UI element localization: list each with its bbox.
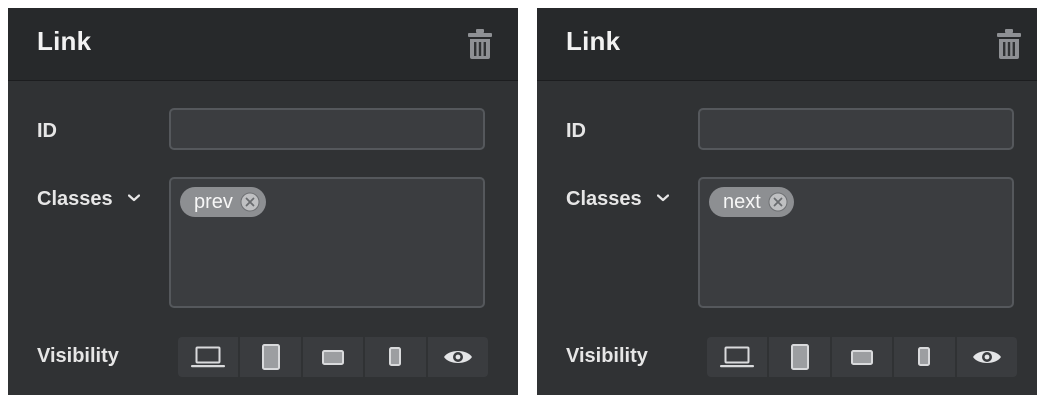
visibility-phone-button[interactable] bbox=[894, 337, 955, 377]
class-tag-label: prev bbox=[194, 191, 233, 213]
tablet-portrait-icon bbox=[261, 344, 280, 370]
id-label: ID bbox=[566, 120, 586, 142]
visibility-tablet-landscape-button[interactable] bbox=[302, 337, 364, 377]
classes-dropdown-toggle[interactable]: Classes bbox=[566, 185, 670, 211]
classes-dropdown-toggle[interactable]: Classes bbox=[37, 185, 141, 211]
laptop-icon bbox=[720, 346, 755, 368]
visibility-phone-button[interactable] bbox=[365, 337, 426, 377]
panel-title: Link bbox=[566, 26, 621, 56]
eye-icon bbox=[972, 351, 1001, 363]
eye-icon bbox=[443, 351, 472, 363]
remove-circle-icon[interactable] bbox=[240, 192, 260, 212]
class-tag: next bbox=[709, 187, 794, 217]
trash-icon[interactable] bbox=[468, 28, 492, 60]
panel-header: Link bbox=[8, 8, 518, 81]
link-settings-panel-left: Link ID Classes prev Visibility bbox=[8, 8, 518, 395]
link-settings-panel-right: Link ID Classes next Visibility bbox=[537, 8, 1037, 395]
visibility-eye-button[interactable] bbox=[427, 337, 489, 377]
visibility-tablet-landscape-button[interactable] bbox=[831, 337, 893, 377]
visibility-toggle-group bbox=[178, 337, 489, 377]
class-tag-label: next bbox=[723, 191, 761, 213]
laptop-icon bbox=[191, 346, 226, 368]
visibility-toggle-group bbox=[707, 337, 1018, 377]
visibility-desktop-button[interactable] bbox=[707, 337, 768, 377]
visibility-tablet-portrait-button[interactable] bbox=[769, 337, 830, 377]
id-label: ID bbox=[37, 120, 57, 142]
phone-icon bbox=[389, 347, 402, 366]
trash-icon[interactable] bbox=[997, 28, 1021, 60]
classes-label: Classes bbox=[37, 188, 113, 210]
phone-icon bbox=[918, 347, 931, 366]
class-tag: prev bbox=[180, 187, 266, 217]
classes-input[interactable]: next bbox=[698, 177, 1014, 308]
visibility-tablet-portrait-button[interactable] bbox=[240, 337, 301, 377]
tablet-portrait-icon bbox=[790, 344, 809, 370]
visibility-eye-button[interactable] bbox=[956, 337, 1018, 377]
classes-label: Classes bbox=[566, 188, 642, 210]
visibility-label: Visibility bbox=[37, 345, 119, 367]
panel-title: Link bbox=[37, 26, 92, 56]
tablet-landscape-icon bbox=[851, 350, 874, 365]
remove-circle-icon[interactable] bbox=[768, 192, 788, 212]
tablet-landscape-icon bbox=[322, 350, 345, 365]
panel-header: Link bbox=[537, 8, 1037, 81]
visibility-label: Visibility bbox=[566, 345, 648, 367]
visibility-desktop-button[interactable] bbox=[178, 337, 239, 377]
classes-input[interactable]: prev bbox=[169, 177, 485, 308]
id-input[interactable] bbox=[169, 108, 485, 150]
id-input[interactable] bbox=[698, 108, 1014, 150]
chevron-down-icon bbox=[657, 185, 670, 208]
chevron-down-icon bbox=[128, 185, 141, 208]
